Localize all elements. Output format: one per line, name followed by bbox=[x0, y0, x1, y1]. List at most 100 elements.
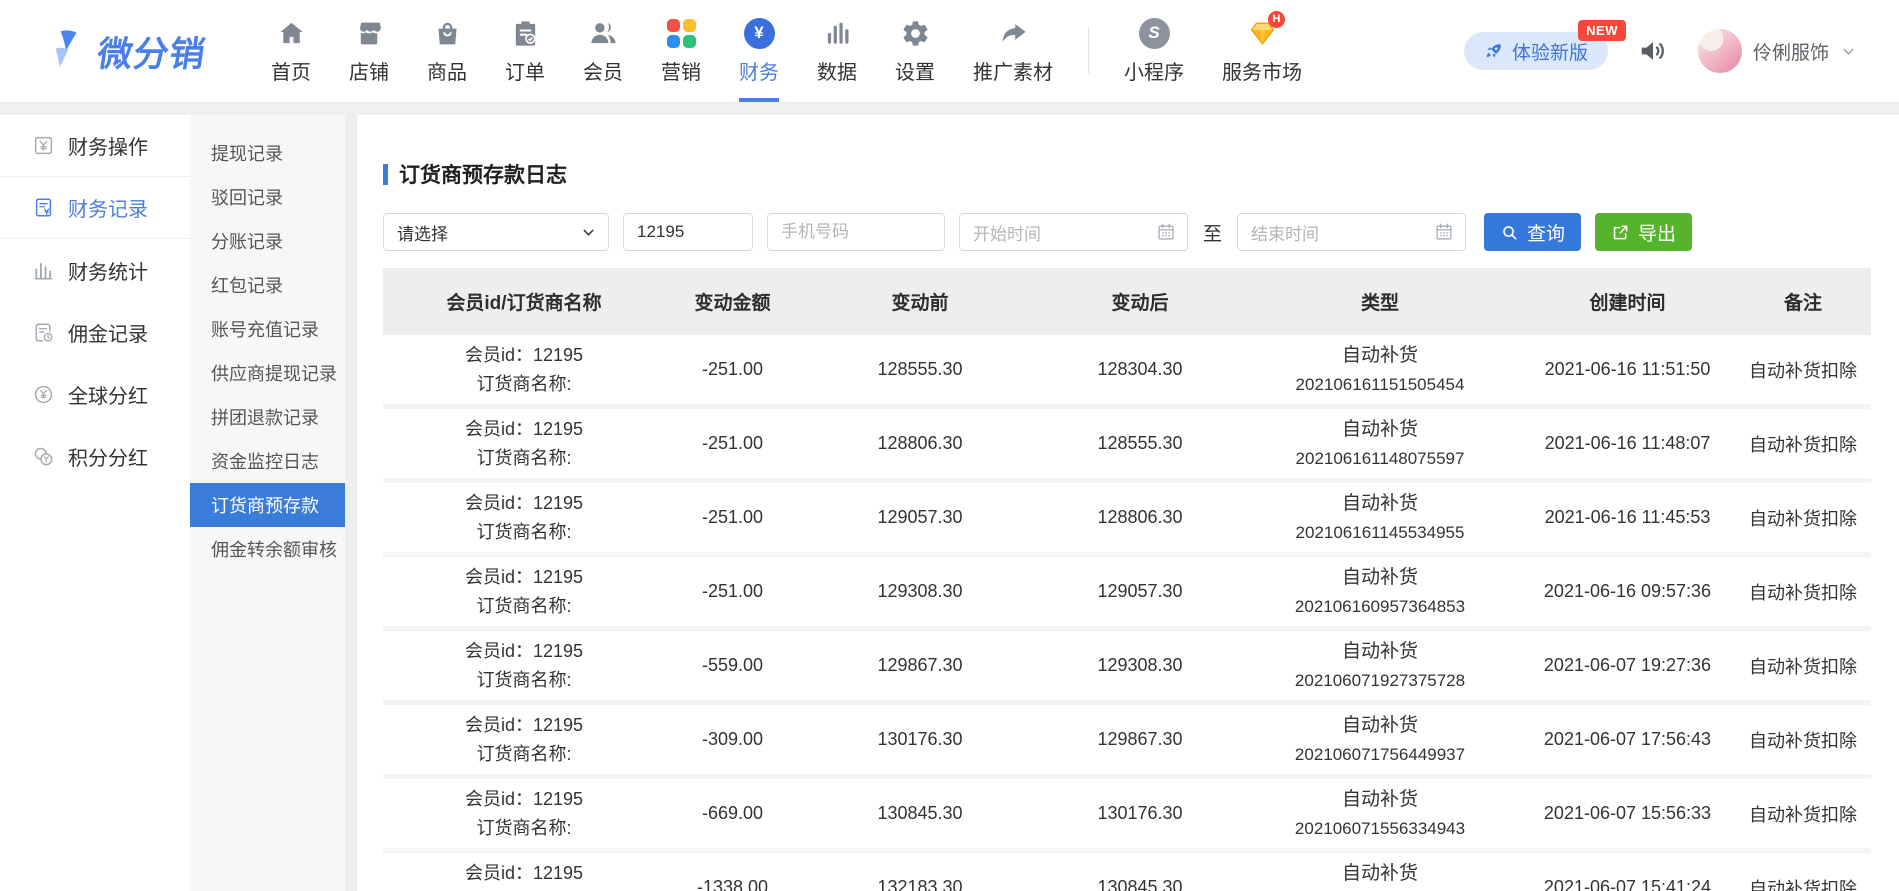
sidebar-item-finance-statistics[interactable]: 财务统计 bbox=[0, 239, 190, 301]
sidebar-item-points-dividend[interactable]: 积分分红 bbox=[0, 425, 190, 487]
nav-item-data[interactable]: 数据 bbox=[798, 0, 876, 102]
amount-cell: -309.00 bbox=[665, 703, 800, 777]
user-menu[interactable]: 伶俐服饰 bbox=[1698, 29, 1857, 73]
nav-item-home[interactable]: 首页 bbox=[252, 0, 330, 102]
nav-item-finance[interactable]: ¥财务 bbox=[720, 0, 798, 102]
type-select[interactable]: 请选择 bbox=[383, 213, 609, 251]
phone-input[interactable] bbox=[767, 213, 945, 251]
type-name: 自动补货 bbox=[1240, 415, 1520, 444]
member-id-label: 会员id： bbox=[465, 789, 533, 809]
sidebar-item-finance-operations[interactable]: 财务操作 bbox=[0, 115, 190, 177]
title-accent-bar bbox=[383, 164, 388, 185]
finance-records-icon bbox=[32, 196, 55, 219]
sidebar-item-commission-records[interactable]: 佣金记录 bbox=[0, 301, 190, 363]
end-date-input[interactable]: 结束时间 bbox=[1237, 213, 1466, 251]
before-cell: 130176.30 bbox=[800, 703, 1040, 777]
remark-cell: 自动补货扣除 bbox=[1735, 555, 1871, 629]
type-serial: 202106161145534955 bbox=[1240, 518, 1520, 547]
amount-cell: -251.00 bbox=[665, 481, 800, 555]
promo-icon bbox=[999, 17, 1028, 49]
sidebar-item-finance-records[interactable]: 财务记录 bbox=[0, 177, 190, 239]
submenu-item-withdraw-records[interactable]: 提现记录 bbox=[190, 131, 345, 175]
column-header: 创建时间 bbox=[1520, 268, 1735, 335]
type-serial: 202106071756449937 bbox=[1240, 740, 1520, 769]
type-name: 自动补货 bbox=[1240, 785, 1520, 814]
submenu-item-commission-to-balance-audit[interactable]: 佣金转余额审核 bbox=[190, 527, 345, 571]
nav-item-marketing[interactable]: 营销 bbox=[642, 0, 720, 102]
data-icon bbox=[823, 17, 852, 49]
to-label: 至 bbox=[1203, 219, 1222, 246]
submenu-item-account-recharge-records[interactable]: 账号充值记录 bbox=[190, 307, 345, 351]
member-id-label: 会员id： bbox=[465, 567, 533, 587]
global-dividend-icon bbox=[32, 383, 55, 406]
type-serial: 202106071541255333 bbox=[1240, 888, 1520, 891]
type-serial: 202106161151505454 bbox=[1240, 370, 1520, 399]
nav-item-shop[interactable]: 店铺 bbox=[330, 0, 408, 102]
sidebar-item-global-dividend[interactable]: 全球分红 bbox=[0, 363, 190, 425]
before-cell: 129308.30 bbox=[800, 555, 1040, 629]
nav-item-members[interactable]: 会员 bbox=[564, 0, 642, 102]
table-row: 会员id：12195订货商名称:-251.00128555.30128304.3… bbox=[383, 335, 1871, 407]
before-cell: 130845.30 bbox=[800, 777, 1040, 851]
nav-item-service-market[interactable]: H服务市场 bbox=[1203, 0, 1321, 102]
member-id-label: 会员id： bbox=[465, 715, 533, 735]
nav-item-mini-program[interactable]: S小程序 bbox=[1105, 0, 1203, 102]
type-cell: 自动补货202106071541255333 bbox=[1240, 851, 1520, 891]
column-header: 变动金额 bbox=[665, 268, 800, 335]
member-name-label: 订货商名称: bbox=[383, 814, 665, 843]
nav-item-promo-materials[interactable]: 推广素材 bbox=[954, 0, 1072, 102]
top-navbar: 微分销 首页店铺商品订单会员营销¥财务数据设置推广素材 S小程序H服务市场 体验新… bbox=[0, 0, 1899, 103]
submenu-item-group-refund-records[interactable]: 拼团退款记录 bbox=[190, 395, 345, 439]
try-new-version-button[interactable]: 体验新版 NEW bbox=[1464, 32, 1608, 70]
member-cell: 会员id：12195订货商名称: bbox=[383, 851, 665, 891]
before-cell: 129057.30 bbox=[800, 481, 1040, 555]
brand-leaf-icon bbox=[40, 28, 86, 74]
calendar-icon bbox=[1434, 222, 1454, 242]
submenu-item-fund-monitor-log[interactable]: 资金监控日志 bbox=[190, 439, 345, 483]
before-cell: 128555.30 bbox=[800, 335, 1040, 407]
type-name: 自动补货 bbox=[1240, 711, 1520, 740]
nav-item-goods[interactable]: 商品 bbox=[408, 0, 486, 102]
created-cell: 2021-06-16 11:45:53 bbox=[1520, 481, 1735, 555]
submenu-item-orderer-prestore[interactable]: 订货商预存款 bbox=[190, 483, 345, 527]
table-row: 会员id：12195订货商名称:-251.00129308.30129057.3… bbox=[383, 555, 1871, 629]
type-serial: 202106071927375728 bbox=[1240, 666, 1520, 695]
speaker-icon[interactable] bbox=[1638, 36, 1668, 66]
member-id-value: 12195 bbox=[533, 567, 583, 587]
created-cell: 2021-06-16 11:51:50 bbox=[1520, 335, 1735, 407]
avatar bbox=[1698, 29, 1742, 73]
orders-icon bbox=[511, 17, 540, 49]
after-cell: 130176.30 bbox=[1040, 777, 1240, 851]
type-name: 自动补货 bbox=[1240, 489, 1520, 518]
member-id-input[interactable] bbox=[623, 213, 753, 251]
remark-cell: 自动补货扣除 bbox=[1735, 703, 1871, 777]
submenu-item-split-account-records[interactable]: 分账记录 bbox=[190, 219, 345, 263]
start-date-input[interactable]: 开始时间 bbox=[959, 213, 1188, 251]
search-button[interactable]: 查询 bbox=[1484, 213, 1581, 251]
member-name-label: 订货商名称: bbox=[383, 444, 665, 473]
start-date-placeholder: 开始时间 bbox=[973, 220, 1041, 245]
submenu-item-red-packet-records[interactable]: 红包记录 bbox=[190, 263, 345, 307]
type-cell: 自动补货202106071756449937 bbox=[1240, 703, 1520, 777]
goods-icon bbox=[433, 17, 462, 49]
miniprogram-icon: S bbox=[1139, 17, 1170, 49]
brand-name: 微分销 bbox=[94, 26, 209, 77]
brand-logo[interactable]: 微分销 bbox=[40, 26, 206, 77]
amount-cell: -251.00 bbox=[665, 407, 800, 481]
after-cell: 130845.30 bbox=[1040, 851, 1240, 891]
prestore-log-table: 会员id/订货商名称变动金额变动前变动后类型创建时间备注 会员id：12195订… bbox=[383, 268, 1871, 891]
member-id-value: 12195 bbox=[533, 863, 583, 883]
submenu-item-reject-records[interactable]: 驳回记录 bbox=[190, 175, 345, 219]
nav-item-settings[interactable]: 设置 bbox=[876, 0, 954, 102]
nav-item-orders[interactable]: 订单 bbox=[486, 0, 564, 102]
members-icon bbox=[589, 17, 618, 49]
submenu-item-supplier-withdraw-records[interactable]: 供应商提现记录 bbox=[190, 351, 345, 395]
remark-cell: 自动补货扣除 bbox=[1735, 481, 1871, 555]
main-nav: 首页店铺商品订单会员营销¥财务数据设置推广素材 S小程序H服务市场 bbox=[252, 0, 1321, 102]
market-icon: H bbox=[1245, 17, 1279, 49]
member-id-value: 12195 bbox=[533, 715, 583, 735]
member-cell: 会员id：12195订货商名称: bbox=[383, 555, 665, 629]
before-cell: 128806.30 bbox=[800, 407, 1040, 481]
export-button[interactable]: 导出 bbox=[1595, 213, 1692, 251]
type-serial: 202106071556334943 bbox=[1240, 814, 1520, 843]
